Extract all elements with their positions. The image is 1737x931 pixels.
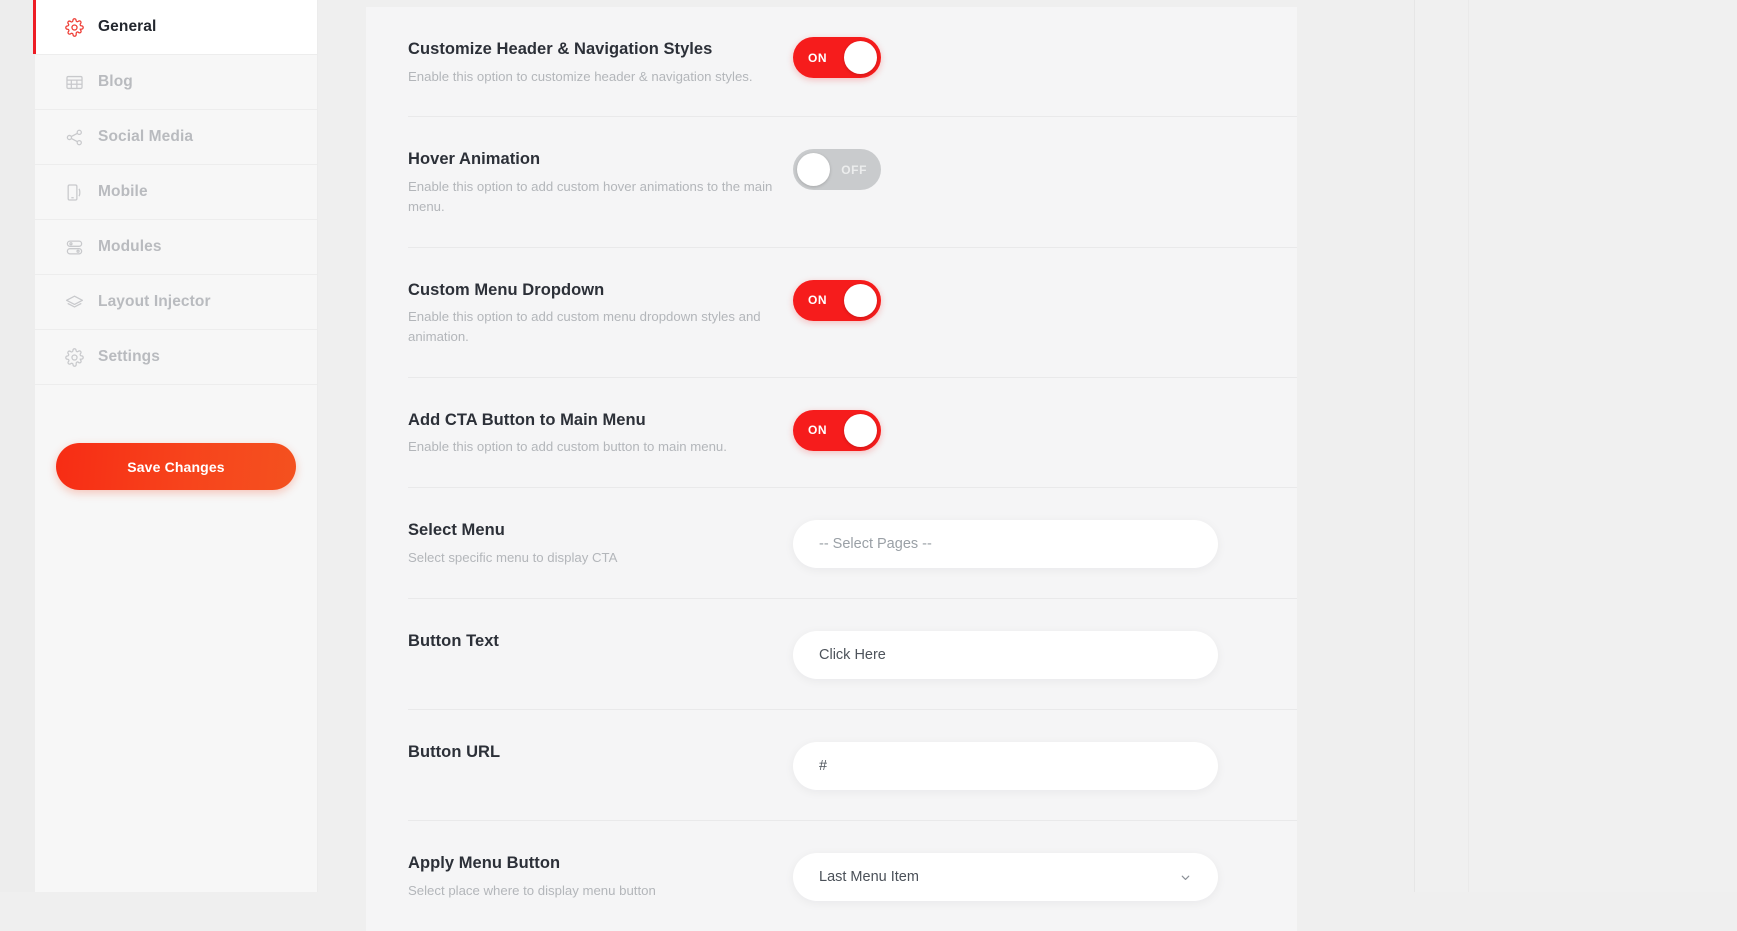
setting-row-button-url: Button URL bbox=[366, 709, 1297, 820]
toggle-knob bbox=[844, 283, 877, 317]
setting-labels: Button URL bbox=[408, 740, 793, 763]
setting-labels: Hover Animation Enable this option to ad… bbox=[408, 147, 793, 216]
page-right-gutter bbox=[1415, 0, 1737, 892]
toggle-add-cta-button[interactable]: ON bbox=[793, 409, 881, 451]
setting-description: Enable this option to add custom button … bbox=[408, 439, 727, 455]
sidebar-item-blog[interactable]: Blog bbox=[35, 55, 317, 110]
toggle-knob bbox=[797, 153, 830, 187]
share-nodes-icon bbox=[65, 128, 84, 147]
sidebar-item-label: Layout Injector bbox=[98, 293, 211, 310]
setting-control: OFF bbox=[793, 147, 1257, 191]
setting-title: Hover Animation bbox=[408, 150, 541, 169]
toggle-knob bbox=[844, 41, 877, 74]
gear-icon bbox=[65, 17, 84, 37]
mobile-device-icon bbox=[65, 183, 84, 202]
button-text-field[interactable] bbox=[793, 631, 1218, 680]
blog-grid-icon bbox=[65, 73, 84, 92]
sidebar-item-settings[interactable]: Settings bbox=[35, 330, 317, 385]
setting-title: Custom Menu Dropdown bbox=[408, 280, 605, 299]
setting-row-custom-menu-dropdown: Custom Menu Dropdown Enable this option … bbox=[366, 246, 1297, 377]
setting-title: Add CTA Button to Main Menu bbox=[408, 410, 646, 429]
sidebar-item-general[interactable]: General bbox=[33, 0, 317, 55]
setting-row-customize-header: Customize Header & Navigation Styles Ena… bbox=[366, 7, 1297, 116]
sidebar-item-social-media[interactable]: Social Media bbox=[35, 110, 317, 165]
sidebar-item-label: Settings bbox=[98, 348, 160, 365]
setting-labels: Customize Header & Navigation Styles Ena… bbox=[408, 37, 793, 86]
toggle-custom-menu-dropdown[interactable]: ON bbox=[793, 279, 881, 321]
page-left-gutter bbox=[0, 0, 35, 892]
select-menu-value: -- Select Pages -- bbox=[819, 536, 932, 553]
setting-title: Customize Header & Navigation Styles bbox=[408, 40, 713, 58]
setting-control: ON bbox=[793, 37, 1257, 78]
setting-control: ON bbox=[793, 278, 1257, 321]
toggle-hover-animation[interactable]: OFF bbox=[793, 149, 881, 191]
setting-control: ON bbox=[793, 408, 1257, 451]
sidebar: General Blog Social Media Mobile Modules… bbox=[33, 0, 317, 892]
setting-row-hover-animation: Hover Animation Enable this option to ad… bbox=[366, 116, 1297, 246]
sidebar-item-mobile[interactable]: Mobile bbox=[35, 165, 317, 220]
toggle-state-label: OFF bbox=[841, 162, 867, 177]
setting-row-add-cta-button: Add CTA Button to Main Menu Enable this … bbox=[366, 376, 1297, 487]
sidebar-item-layout-injector[interactable]: Layout Injector bbox=[35, 275, 317, 330]
toggle-state-label: ON bbox=[808, 293, 828, 308]
toggle-state-label: ON bbox=[808, 50, 828, 65]
setting-description: Select specific menu to display CTA bbox=[408, 549, 618, 565]
setting-row-select-menu: Select Menu Select specific menu to disp… bbox=[366, 487, 1297, 598]
page-right-edge bbox=[1468, 0, 1469, 892]
sidebar-item-modules[interactable]: Modules bbox=[35, 220, 317, 275]
setting-labels: Button Text bbox=[408, 629, 793, 652]
sidebar-item-label: Mobile bbox=[98, 183, 148, 200]
sidebar-nav-list: General Blog Social Media Mobile Modules… bbox=[33, 0, 317, 385]
setting-title: Button URL bbox=[408, 743, 501, 762]
settings-page: General Blog Social Media Mobile Modules… bbox=[0, 0, 1737, 931]
apply-menu-button-value: Last Menu Item bbox=[819, 869, 919, 886]
gear-icon bbox=[65, 347, 84, 367]
save-changes-button[interactable]: Save Changes bbox=[56, 443, 296, 490]
button-url-field[interactable] bbox=[793, 742, 1218, 791]
setting-labels: Apply Menu Button Select place where to … bbox=[408, 851, 793, 900]
select-menu-dropdown[interactable]: -- Select Pages -- bbox=[793, 520, 1218, 569]
setting-description: Enable this option to add custom menu dr… bbox=[408, 309, 761, 345]
button-url-input[interactable] bbox=[819, 758, 1192, 775]
layers-icon bbox=[65, 293, 84, 312]
setting-control bbox=[793, 740, 1257, 791]
settings-content-panel: Customize Header & Navigation Styles Ena… bbox=[366, 7, 1297, 931]
setting-description: Enable this option to add custom hover a… bbox=[408, 179, 773, 214]
setting-labels: Custom Menu Dropdown Enable this option … bbox=[408, 278, 793, 347]
setting-title: Select Menu bbox=[408, 521, 505, 540]
setting-control bbox=[793, 629, 1257, 680]
setting-row-apply-menu-button: Apply Menu Button Select place where to … bbox=[366, 820, 1297, 931]
apply-menu-button-dropdown[interactable]: Last Menu Item bbox=[793, 853, 1218, 902]
sidebar-item-label: General bbox=[98, 18, 157, 35]
toggle-customize-header[interactable]: ON bbox=[793, 37, 881, 78]
setting-title: Apply Menu Button bbox=[408, 854, 561, 873]
setting-control: Last Menu Item bbox=[793, 851, 1257, 902]
setting-description: Enable this option to customize header &… bbox=[408, 68, 753, 84]
toggle-state-label: ON bbox=[808, 423, 828, 438]
setting-row-button-text: Button Text bbox=[366, 598, 1297, 709]
sidebar-item-label: Modules bbox=[98, 238, 162, 255]
setting-labels: Select Menu Select specific menu to disp… bbox=[408, 518, 793, 567]
toggle-knob bbox=[844, 413, 877, 447]
sidebar-item-label: Blog bbox=[98, 73, 133, 90]
sidebar-item-label: Social Media bbox=[98, 128, 194, 145]
setting-description: Select place where to display menu butto… bbox=[408, 882, 656, 898]
setting-title: Button Text bbox=[408, 632, 499, 651]
chevron-down-icon bbox=[1178, 870, 1192, 884]
setting-labels: Add CTA Button to Main Menu Enable this … bbox=[408, 408, 793, 457]
modules-blocks-icon bbox=[65, 238, 84, 257]
button-text-input[interactable] bbox=[819, 647, 1192, 664]
setting-control: -- Select Pages -- bbox=[793, 518, 1257, 569]
